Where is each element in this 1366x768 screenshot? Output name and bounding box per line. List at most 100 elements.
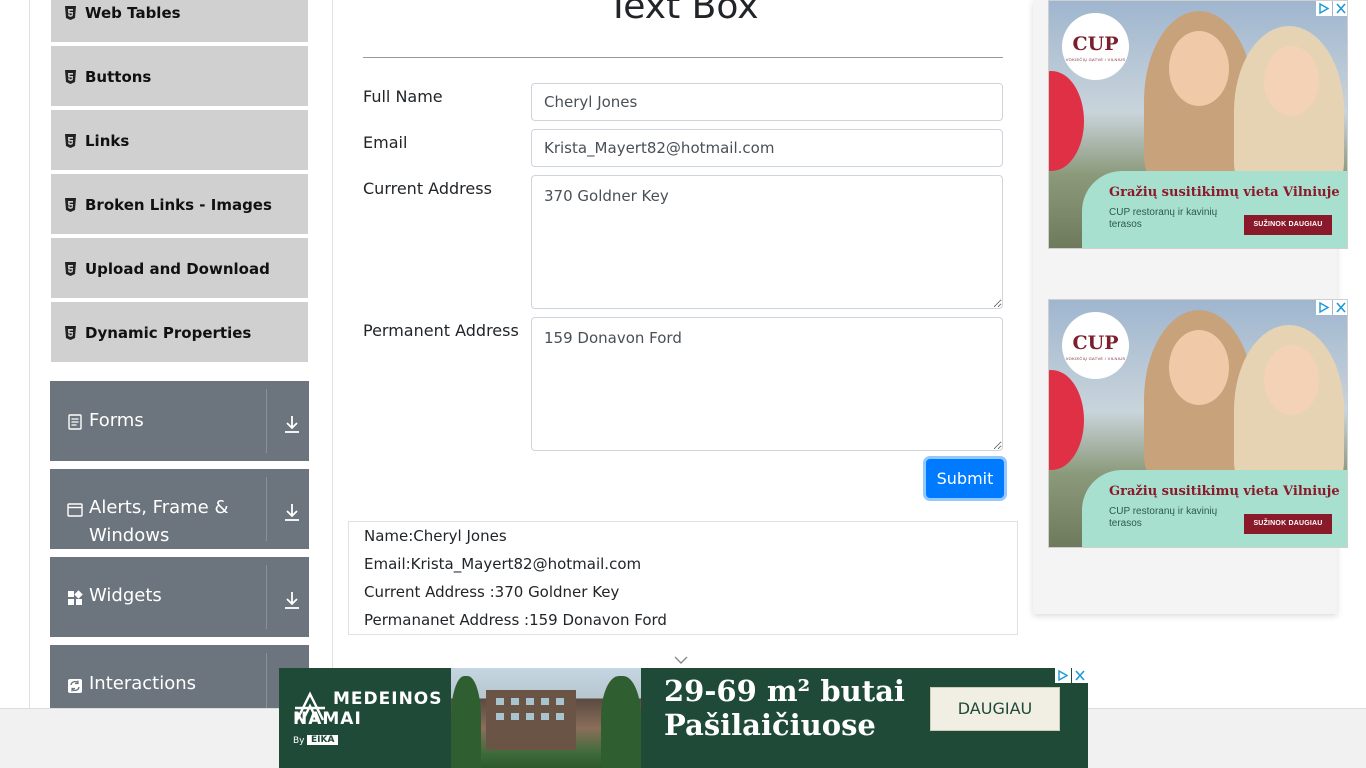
close-icon[interactable] bbox=[1072, 668, 1088, 683]
group-label: Interactions bbox=[89, 673, 197, 694]
logo-subtext: VOKIEČIŲ GATVĖ / VILNIUS bbox=[1065, 57, 1126, 62]
group-label: Alerts, Frame & Windows bbox=[89, 497, 229, 546]
current-address-label: Current Address bbox=[363, 179, 492, 198]
close-icon[interactable] bbox=[1333, 1, 1348, 16]
adchoices-icon[interactable] bbox=[1316, 300, 1332, 315]
current-address-textarea[interactable]: 370 Goldner Key bbox=[531, 175, 1003, 309]
banner-photo bbox=[451, 668, 641, 768]
banner-headline-line2: Pašilaičiuose bbox=[664, 708, 876, 742]
ad-panel: Gražių susitikimų vieta Vilniuje CUP res… bbox=[1082, 470, 1347, 547]
brand-line2: NAMAI bbox=[293, 709, 362, 729]
sidebar-item-label: Upload and Download bbox=[85, 260, 270, 278]
eika-logo: EIKA bbox=[307, 735, 339, 745]
logo-text: CUP bbox=[1072, 332, 1119, 354]
html5-icon bbox=[65, 326, 76, 340]
window bbox=[556, 713, 564, 720]
permanent-address-textarea[interactable]: 159 Donavon Ford bbox=[531, 317, 1003, 451]
banner-headline-line1: 29-69 m² butai bbox=[664, 674, 905, 708]
permanent-address-label: Permanent Address bbox=[363, 321, 519, 340]
sidebar-item-web-tables[interactable]: Web Tables bbox=[51, 0, 308, 44]
html5-icon bbox=[65, 134, 76, 148]
ad-card-top[interactable]: CUP VOKIEČIŲ GATVĖ / VILNIUS Gražių susi… bbox=[1048, 0, 1348, 249]
ad-face bbox=[1169, 31, 1229, 106]
ad-headline: Gražių susitikimų vieta Vilniuje bbox=[1109, 185, 1340, 200]
brand-by: By bbox=[293, 736, 305, 746]
group-label: Forms bbox=[89, 410, 144, 431]
window bbox=[541, 698, 549, 705]
sidebar-item-label: Links bbox=[85, 132, 130, 150]
form-icon bbox=[68, 414, 82, 430]
window bbox=[496, 698, 504, 705]
tree bbox=[601, 676, 641, 768]
window bbox=[526, 713, 534, 720]
ad-face bbox=[1169, 330, 1229, 405]
window bbox=[526, 698, 534, 705]
ad-panel: Gražių susitikimų vieta Vilniuje CUP res… bbox=[1082, 171, 1347, 248]
cup-logo: CUP VOKIEČIŲ GATVĖ / VILNIUS bbox=[1062, 13, 1129, 80]
ad-subtext: CUP restoranų ir kavinių terasos bbox=[1109, 207, 1218, 230]
submit-button[interactable]: Submit bbox=[926, 459, 1004, 498]
adchoices-icon[interactable] bbox=[1055, 668, 1071, 683]
sidebar-item-label: Dynamic Properties bbox=[85, 324, 252, 342]
window bbox=[556, 698, 564, 705]
ad-headline: Gražių susitikimų vieta Vilniuje bbox=[1109, 484, 1340, 499]
download-arrow-icon[interactable] bbox=[283, 414, 301, 434]
sidebar-group-forms[interactable]: Forms bbox=[50, 381, 309, 461]
output-box: Name:Cheryl Jones Email:Krista_Mayert82@… bbox=[348, 521, 1018, 635]
email-label: Email bbox=[363, 133, 408, 152]
html5-icon bbox=[65, 198, 76, 212]
email-input[interactable] bbox=[531, 129, 1003, 167]
title-divider bbox=[363, 57, 1003, 58]
logo-text: CUP bbox=[1072, 33, 1119, 55]
sidebar-item-upload-download[interactable]: Upload and Download bbox=[51, 238, 308, 300]
ad-face bbox=[1264, 345, 1319, 415]
output-name: Name:Cheryl Jones bbox=[364, 527, 507, 545]
divider bbox=[266, 565, 267, 629]
banner-headline: 29-69 m² butai Pašilaičiuose bbox=[664, 674, 905, 742]
sidebar-item-label: Buttons bbox=[85, 68, 152, 86]
window bbox=[511, 698, 519, 705]
output-email: Email:Krista_Mayert82@hotmail.com bbox=[364, 555, 642, 573]
ad-subtext: CUP restoranų ir kavinių terasos bbox=[1109, 506, 1218, 529]
sidebar-item-buttons[interactable]: Buttons bbox=[51, 46, 308, 108]
output-current-address: Current Address :370 Goldner Key bbox=[364, 583, 620, 601]
banner-cta-button[interactable]: DAUGIAU bbox=[930, 687, 1060, 731]
group-label: Widgets bbox=[89, 585, 162, 606]
ad-cta-button[interactable]: SUŽINOK DAUGIAU bbox=[1244, 514, 1332, 534]
page-title: Text Box bbox=[607, 0, 759, 27]
sidebar-item-links[interactable]: Links bbox=[51, 110, 308, 172]
ad-cta-button[interactable]: SUŽINOK DAUGIAU bbox=[1244, 215, 1332, 235]
window-icon bbox=[67, 503, 83, 517]
output-permanent-address: Permananet Address :159 Donavon Ford bbox=[364, 611, 667, 629]
full-name-label: Full Name bbox=[363, 87, 443, 106]
window bbox=[496, 713, 504, 720]
adchoices-icon[interactable] bbox=[1316, 1, 1332, 16]
html5-icon bbox=[65, 70, 76, 84]
widgets-icon bbox=[68, 590, 83, 605]
download-arrow-icon[interactable] bbox=[283, 590, 301, 610]
full-name-input[interactable] bbox=[531, 83, 1003, 121]
bottom-banner-ad[interactable]: MEDEINOS NAMAI By EIKA 29-69 m² butai Pa… bbox=[279, 668, 1088, 768]
divider bbox=[266, 477, 267, 541]
divider bbox=[266, 389, 267, 453]
ad-card-bottom[interactable]: CUP VOKIEČIŲ GATVĖ / VILNIUS Gražių susi… bbox=[1048, 299, 1348, 548]
sidebar-item-broken-links[interactable]: Broken Links - Images bbox=[51, 174, 308, 236]
interactions-icon bbox=[68, 679, 82, 693]
tree bbox=[451, 676, 481, 768]
sidebar-group-alerts[interactable]: Alerts, Frame & Windows bbox=[50, 469, 309, 549]
sidebar-group-widgets[interactable]: Widgets bbox=[50, 557, 309, 637]
sidebar-item-label: Broken Links - Images bbox=[85, 196, 272, 214]
chevron-down-icon[interactable] bbox=[673, 655, 689, 665]
sidebar-item-label: Web Tables bbox=[85, 4, 181, 22]
cup-logo: CUP VOKIEČIŲ GATVĖ / VILNIUS bbox=[1062, 312, 1129, 379]
logo-subtext: VOKIEČIŲ GATVĖ / VILNIUS bbox=[1065, 356, 1126, 361]
html5-icon bbox=[65, 6, 76, 20]
window bbox=[541, 713, 549, 720]
window bbox=[511, 713, 519, 720]
brand-line1: MEDEINOS bbox=[333, 689, 443, 709]
download-arrow-icon[interactable] bbox=[283, 502, 301, 522]
ad-face bbox=[1264, 46, 1319, 116]
sidebar-item-dynamic-properties[interactable]: Dynamic Properties bbox=[51, 302, 308, 364]
close-icon[interactable] bbox=[1333, 300, 1348, 315]
html5-icon bbox=[65, 262, 76, 276]
